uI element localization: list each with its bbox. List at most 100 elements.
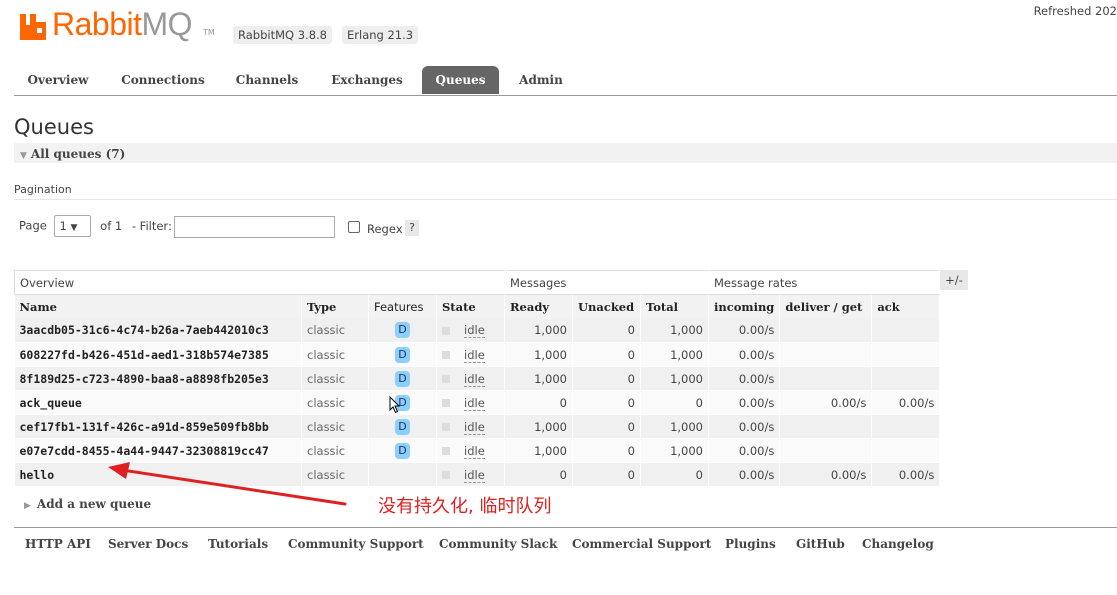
deliver-get-rate [779, 414, 873, 439]
tab-queues[interactable]: Queues [422, 66, 499, 94]
queue-features: D [368, 342, 437, 367]
table-row: 8f189d25-c723-4890-baa8-a8898fb205e3 cla… [14, 366, 941, 391]
queues-table: Overview Messages Message rates Name Typ… [14, 270, 941, 487]
deliver-get-rate: 0.00/s [779, 462, 873, 487]
page-select[interactable]: 1 ▼ [53, 215, 91, 237]
all-queues-section-bar[interactable] [14, 143, 1117, 163]
col-incoming[interactable]: incoming [708, 294, 781, 319]
all-queues-toggle[interactable]: ▼ All queues (7) [20, 147, 125, 161]
dropdown-chevron-icon: ▼ [70, 223, 78, 233]
ready-count: 1,000 [504, 318, 573, 343]
rabbitmq-version-badge: RabbitMQ 3.8.8 [233, 26, 332, 44]
total-count: 1,000 [640, 438, 709, 463]
table-row: 608227fd-b426-451d-aed1-318b574e7385 cla… [14, 342, 941, 367]
col-unacked[interactable]: Unacked [572, 294, 641, 319]
col-deliver-get[interactable]: deliver / get [779, 294, 873, 319]
deliver-get-rate [779, 342, 873, 367]
total-count: 0 [640, 390, 709, 415]
footer-link-community-slack[interactable]: Community Slack [439, 537, 557, 551]
footer-link-changelog[interactable]: Changelog [862, 537, 934, 551]
queue-state: idle [436, 438, 505, 463]
filter-input[interactable] [174, 216, 335, 238]
tab-connections[interactable]: Connections [110, 66, 216, 94]
regex-checkbox[interactable] [348, 221, 360, 233]
tab-overview[interactable]: Overview [14, 66, 102, 94]
regex-label[interactable]: Regex [367, 222, 403, 236]
col-name[interactable]: Name [14, 294, 302, 319]
queue-name-link[interactable]: cef17fb1-131f-426c-a91d-859e509fb8bb [14, 414, 302, 439]
col-type[interactable]: Type [301, 294, 369, 319]
queue-features: D [368, 318, 437, 343]
footer-link-server-docs[interactable]: Server Docs [108, 537, 188, 551]
columns-toggle-button[interactable]: +/- [940, 270, 968, 290]
footer-link-tutorials[interactable]: Tutorials [208, 537, 268, 551]
incoming-rate: 0.00/s [708, 318, 781, 343]
unacked-count: 0 [572, 366, 641, 391]
unacked-count: 0 [572, 390, 641, 415]
ack-rate: 0.00/s [871, 390, 941, 415]
queue-type: classic [301, 414, 369, 439]
durable-badge: D [395, 418, 410, 435]
total-count: 1,000 [640, 318, 709, 343]
queue-type: classic [301, 366, 369, 391]
ack-rate [871, 366, 941, 391]
filter-label: - Filter: [131, 218, 172, 233]
tab-admin[interactable]: Admin [506, 66, 576, 94]
ack-rate [871, 414, 941, 439]
incoming-rate: 0.00/s [708, 366, 781, 391]
group-overview: Overview [14, 270, 505, 295]
logo-wordmark[interactable]: RabbitMQ [52, 6, 193, 43]
main-nav: Overview Connections Channels Exchanges … [14, 66, 1117, 96]
col-ack[interactable]: ack [871, 294, 941, 319]
table-row: e07e7cdd-8455-4a44-9447-32308819cc47 cla… [14, 438, 941, 463]
unacked-count: 0 [572, 318, 641, 343]
queue-name-link[interactable]: ack_queue [14, 390, 302, 415]
queue-features: D [368, 414, 437, 439]
queue-name-link[interactable]: 3aacdb05-31c6-4c74-b26a-7aeb442010c3 [14, 318, 302, 343]
col-state[interactable]: State [436, 294, 505, 319]
ready-count: 1,000 [504, 438, 573, 463]
tab-channels[interactable]: Channels [224, 66, 310, 94]
queue-name-link[interactable]: e07e7cdd-8455-4a44-9447-32308819cc47 [14, 438, 302, 463]
queue-name-link[interactable]: 8f189d25-c723-4890-baa8-a8898fb205e3 [14, 366, 302, 391]
ack-rate [871, 342, 941, 367]
incoming-rate: 0.00/s [708, 414, 781, 439]
deliver-get-rate [779, 438, 873, 463]
ready-count: 1,000 [504, 342, 573, 367]
col-total[interactable]: Total [640, 294, 709, 319]
footer-link-community-support[interactable]: Community Support [288, 537, 424, 551]
table-row: 3aacdb05-31c6-4c74-b26a-7aeb442010c3 cla… [14, 318, 941, 343]
unacked-count: 0 [572, 414, 641, 439]
queue-features [368, 462, 437, 487]
help-button[interactable]: ? [405, 220, 419, 236]
queue-state: idle [436, 366, 505, 391]
deliver-get-rate [779, 318, 873, 343]
total-count: 1,000 [640, 366, 709, 391]
footer-link-plugins[interactable]: Plugins [725, 537, 776, 551]
deliver-get-rate: 0.00/s [779, 390, 873, 415]
divider [14, 199, 1117, 200]
queue-state: idle [436, 390, 505, 415]
footer-link-commercial-support[interactable]: Commercial Support [572, 537, 711, 551]
table-row: cef17fb1-131f-426c-a91d-859e509fb8bb cla… [14, 414, 941, 439]
col-ready[interactable]: Ready [504, 294, 573, 319]
tab-exchanges[interactable]: Exchanges [318, 66, 416, 94]
group-messages: Messages [504, 270, 709, 295]
collapse-triangle-icon: ▼ [20, 151, 27, 161]
incoming-rate: 0.00/s [708, 462, 781, 487]
annotation-arrow-icon [108, 462, 347, 506]
ack-rate: 0.00/s [871, 462, 941, 487]
total-count: 0 [640, 462, 709, 487]
page-title: Queues [14, 115, 94, 139]
logo-trademark: TM [203, 28, 215, 37]
queue-state: idle [436, 318, 505, 343]
ack-rate [871, 438, 941, 463]
unacked-count: 0 [572, 462, 641, 487]
queue-name-link[interactable]: 608227fd-b426-451d-aed1-318b574e7385 [14, 342, 302, 367]
footer-link-github[interactable]: GitHub [796, 537, 845, 551]
unacked-count: 0 [572, 342, 641, 367]
refreshed-status[interactable]: Refreshed 202 [1034, 4, 1117, 18]
queue-type: classic [301, 342, 369, 367]
footer-link-http-api[interactable]: HTTP API [25, 537, 91, 551]
queue-state: idle [436, 414, 505, 439]
